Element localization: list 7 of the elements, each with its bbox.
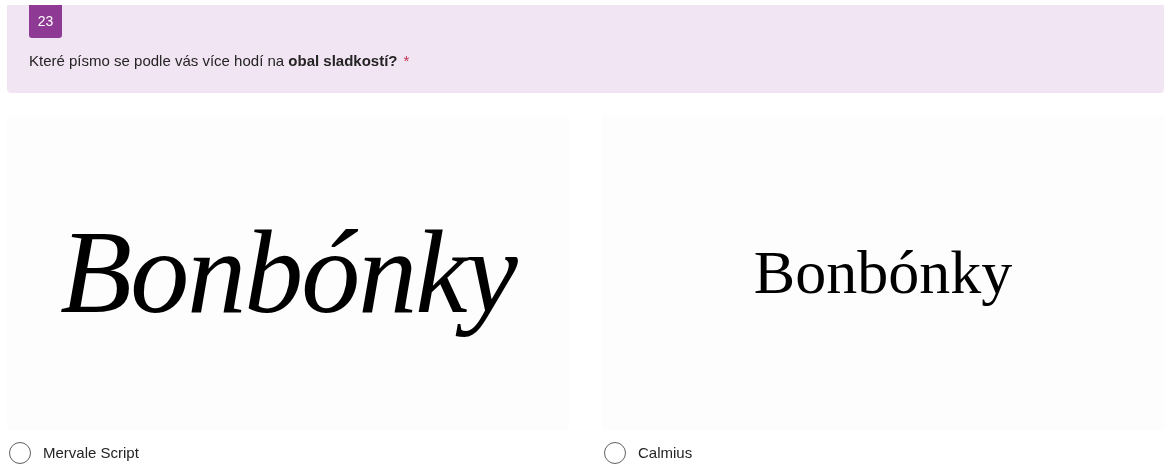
option-label: Mervale Script <box>43 443 139 463</box>
option-label: Calmius <box>638 443 693 463</box>
required-mark: * <box>403 51 410 71</box>
question-text: Které písmo se podle vás více hodí na obal sladkostí? <box>29 51 398 71</box>
font-sample-text: Bonbónky <box>753 237 1013 308</box>
font-sample-text: Bonbónky <box>60 206 516 340</box>
question-number-badge: 23 <box>29 5 62 38</box>
